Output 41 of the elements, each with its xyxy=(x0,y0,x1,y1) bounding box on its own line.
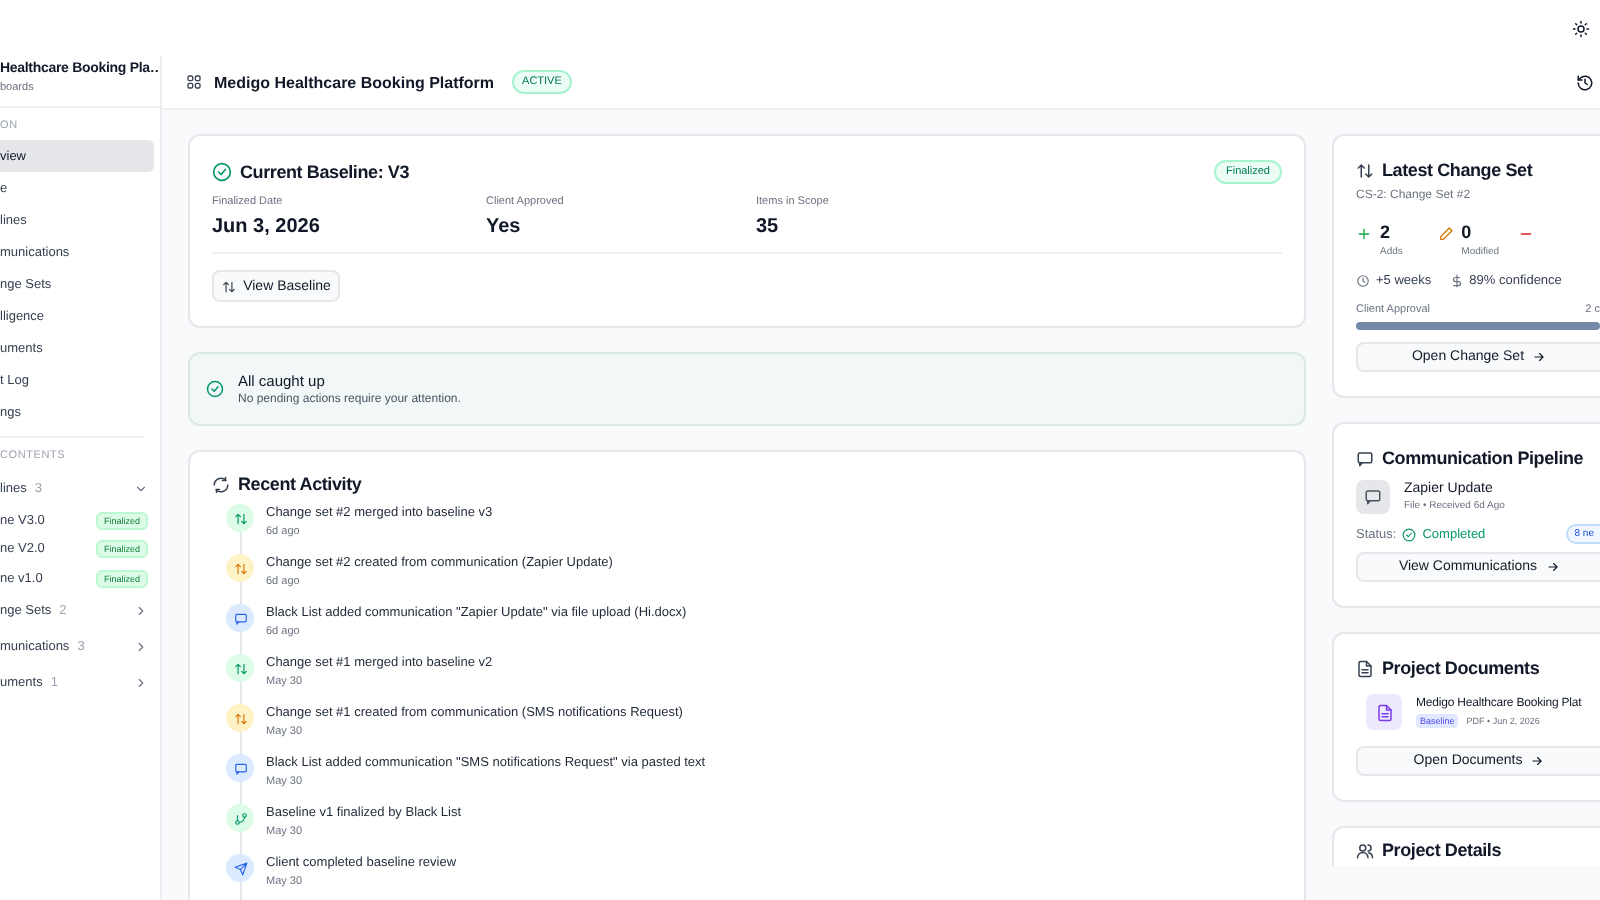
card-title: Recent Activity xyxy=(238,474,362,494)
branch-badge-icon xyxy=(226,804,254,832)
arrow-right-icon xyxy=(1545,560,1560,574)
dollar-icon xyxy=(1449,274,1464,288)
check-circle-icon xyxy=(206,380,224,398)
stat-value: 0 xyxy=(1461,222,1474,242)
change-badge-icon xyxy=(226,554,254,582)
stat-value: 2 xyxy=(1380,222,1393,242)
project-title: Medigo Healthcare Booking Platform xyxy=(214,73,495,91)
merge-badge-icon xyxy=(226,654,254,682)
theme-toggle-icon[interactable] xyxy=(1572,19,1590,37)
chat-icon xyxy=(1364,488,1382,506)
card-title: Current Baseline: V3 xyxy=(240,162,410,182)
card-title: Project Documents xyxy=(1382,658,1540,678)
clock-icon xyxy=(1356,274,1370,288)
pencil-icon xyxy=(1437,226,1454,242)
document-icon xyxy=(1356,659,1374,677)
field-value: Jun 3, 2026 xyxy=(212,216,322,238)
change-badge-icon xyxy=(226,704,254,732)
card-title: Project Details xyxy=(1382,840,1502,860)
refresh-icon xyxy=(212,475,230,493)
merge-badge-icon xyxy=(226,504,254,532)
field-value: 35 xyxy=(756,216,781,238)
card-title: Latest Change Set xyxy=(1382,160,1533,180)
send-badge-icon xyxy=(226,854,254,882)
users-icon xyxy=(1356,841,1374,859)
chat-badge-icon xyxy=(226,604,254,632)
arrow-right-icon xyxy=(1532,350,1547,364)
plus-icon xyxy=(1356,226,1372,242)
swap-icon xyxy=(221,279,236,293)
grid-icon xyxy=(186,74,202,90)
arrow-right-icon xyxy=(1530,754,1545,768)
card-title: Communication Pipeline xyxy=(1382,448,1584,468)
field-value: Yes xyxy=(486,216,523,238)
document-icon xyxy=(1375,703,1393,721)
history-icon xyxy=(1576,73,1594,91)
check-circle-icon xyxy=(212,162,232,182)
swap-icon xyxy=(1356,161,1374,179)
chat-icon xyxy=(1356,449,1374,467)
chat-badge-icon xyxy=(226,754,254,782)
check-circle-icon xyxy=(1402,527,1417,541)
